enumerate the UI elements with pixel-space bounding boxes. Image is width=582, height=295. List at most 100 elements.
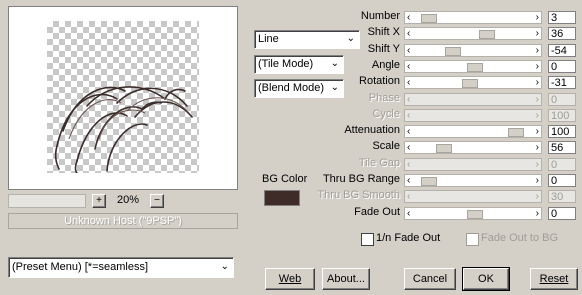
arrow-right-icon[interactable]: › bbox=[536, 27, 539, 40]
arrow-left-icon[interactable]: ‹ bbox=[407, 44, 410, 57]
number-label: Number bbox=[360, 10, 400, 22]
fade-out-value-field[interactable]: 0 bbox=[548, 207, 576, 220]
angle-value-field[interactable]: 0 bbox=[548, 60, 576, 73]
ok-button[interactable]: OK bbox=[462, 267, 510, 291]
shift-y-slider[interactable]: ‹ › bbox=[404, 44, 542, 57]
arrow-right-icon[interactable]: › bbox=[536, 158, 539, 171]
host-label: Unknown Host ("9PSP") bbox=[8, 213, 238, 229]
arrow-right-icon[interactable]: › bbox=[536, 11, 539, 24]
arrow-left-icon[interactable]: ‹ bbox=[407, 27, 410, 40]
attenuation-slider[interactable]: ‹ › bbox=[404, 125, 542, 138]
thru-bg-smooth-slider[interactable]: ‹ › bbox=[404, 190, 542, 203]
cancel-button-label: Cancel bbox=[412, 273, 448, 285]
arrow-left-icon[interactable]: ‹ bbox=[407, 60, 410, 73]
about-button-label: About... bbox=[327, 273, 365, 285]
slider-thumb[interactable] bbox=[467, 63, 483, 72]
arrow-left-icon[interactable]: ‹ bbox=[407, 109, 410, 122]
thru-bg-smooth-label: Thru BG Smooth bbox=[317, 189, 400, 201]
slider-thumb[interactable] bbox=[445, 47, 461, 56]
arrow-left-icon[interactable]: ‹ bbox=[407, 158, 410, 171]
attenuation-label: Attenuation bbox=[344, 124, 400, 136]
arrow-left-icon[interactable]: ‹ bbox=[407, 207, 410, 220]
phase-value-field[interactable]: 0 bbox=[548, 93, 576, 106]
arrow-left-icon[interactable]: ‹ bbox=[407, 125, 410, 138]
phase-label: Phase bbox=[368, 92, 400, 104]
arrow-right-icon[interactable]: › bbox=[536, 109, 539, 122]
angle-slider[interactable]: ‹ › bbox=[404, 60, 542, 73]
scale-slider[interactable]: ‹ › bbox=[404, 141, 542, 154]
arrow-left-icon[interactable]: ‹ bbox=[407, 76, 410, 89]
thru-bg-range-value-field[interactable]: 0 bbox=[548, 174, 576, 187]
plus-icon: + bbox=[96, 195, 102, 206]
preview-canvas[interactable] bbox=[47, 21, 199, 173]
preview-strokes-image bbox=[54, 86, 193, 173]
fade-out-label: Fade Out bbox=[354, 206, 400, 218]
cycle-label: Cycle bbox=[372, 108, 400, 120]
tile-gap-slider[interactable]: ‹ › bbox=[404, 158, 542, 171]
arrow-left-icon[interactable]: ‹ bbox=[407, 141, 410, 154]
arrow-left-icon[interactable]: ‹ bbox=[407, 93, 410, 106]
scale-value-field[interactable]: 56 bbox=[548, 141, 576, 154]
tile-gap-value-field[interactable]: 0 bbox=[548, 158, 576, 171]
scale-label: Scale bbox=[372, 140, 400, 152]
tile-gap-label: Tile Gap bbox=[358, 157, 400, 169]
slider-thumb[interactable] bbox=[421, 177, 437, 186]
fade-out-slider[interactable]: ‹ › bbox=[404, 207, 542, 220]
thru-bg-range-label: Thru BG Range bbox=[322, 173, 400, 185]
thru-bg-smooth-value-field[interactable]: 30 bbox=[548, 190, 576, 203]
minus-icon: − bbox=[154, 195, 160, 206]
arrow-right-icon[interactable]: › bbox=[536, 174, 539, 187]
slider-thumb[interactable] bbox=[462, 79, 478, 88]
rotation-value-field[interactable]: -31 bbox=[548, 76, 576, 89]
attenuation-value-field[interactable]: 100 bbox=[548, 125, 576, 138]
chevron-down-icon: ⌄ bbox=[220, 261, 229, 272]
cancel-button[interactable]: Cancel bbox=[404, 268, 456, 290]
web-button[interactable]: Web bbox=[265, 268, 315, 290]
shift-y-label: Shift Y bbox=[367, 43, 400, 55]
fade-out-to-bg-checkbox[interactable] bbox=[466, 233, 479, 246]
arrow-left-icon[interactable]: ‹ bbox=[407, 174, 410, 187]
thru-bg-range-slider[interactable]: ‹ › bbox=[404, 174, 542, 187]
shift-x-slider[interactable]: ‹ › bbox=[404, 27, 542, 40]
bg-color-swatch[interactable] bbox=[264, 190, 300, 206]
shift-x-label: Shift X bbox=[367, 26, 400, 38]
arrow-right-icon[interactable]: › bbox=[536, 76, 539, 89]
fade-out-inverse-checkbox[interactable] bbox=[361, 233, 374, 246]
cycle-value-field[interactable]: 100 bbox=[548, 109, 576, 122]
slider-thumb[interactable] bbox=[479, 30, 495, 39]
progress-bar bbox=[8, 194, 86, 208]
slider-thumb[interactable] bbox=[421, 14, 437, 23]
zoom-level: 20% bbox=[116, 194, 140, 206]
arrow-right-icon[interactable]: › bbox=[536, 141, 539, 154]
zoom-out-button[interactable]: − bbox=[150, 194, 164, 208]
shift-y-value-field[interactable]: -54 bbox=[548, 44, 576, 57]
reset-button-label: Reset bbox=[539, 273, 569, 285]
angle-label: Angle bbox=[371, 59, 400, 71]
rotation-slider[interactable]: ‹ › bbox=[404, 76, 542, 89]
reset-button[interactable]: Reset bbox=[530, 268, 578, 290]
arrow-right-icon[interactable]: › bbox=[536, 93, 539, 106]
preset-menu-select[interactable]: (Preset Menu) [*=seamless] ⌄ bbox=[8, 257, 234, 278]
zoom-in-button[interactable]: + bbox=[92, 194, 106, 208]
preview-frame bbox=[8, 6, 238, 190]
slider-thumb[interactable] bbox=[467, 210, 483, 219]
arrow-left-icon[interactable]: ‹ bbox=[407, 190, 410, 203]
web-button-label: Web bbox=[278, 273, 302, 285]
shift-x-value-field[interactable]: 36 bbox=[548, 27, 576, 40]
arrow-right-icon[interactable]: › bbox=[536, 44, 539, 57]
cycle-slider[interactable]: ‹ › bbox=[404, 109, 542, 122]
number-slider[interactable]: ‹ › bbox=[404, 11, 542, 24]
number-value-field[interactable]: 3 bbox=[548, 11, 576, 24]
arrow-right-icon[interactable]: › bbox=[536, 125, 539, 138]
slider-thumb[interactable] bbox=[508, 128, 524, 137]
about-button[interactable]: About... bbox=[322, 268, 370, 290]
arrow-right-icon[interactable]: › bbox=[536, 60, 539, 73]
preset-menu-value: (Preset Menu) [*=seamless] bbox=[12, 261, 149, 273]
ok-button-label: OK bbox=[478, 273, 494, 285]
arrow-right-icon[interactable]: › bbox=[536, 207, 539, 220]
phase-slider[interactable]: ‹ › bbox=[404, 93, 542, 106]
rotation-label: Rotation bbox=[359, 75, 400, 87]
slider-thumb[interactable] bbox=[436, 144, 452, 153]
arrow-right-icon[interactable]: › bbox=[536, 190, 539, 203]
arrow-left-icon[interactable]: ‹ bbox=[407, 11, 410, 24]
